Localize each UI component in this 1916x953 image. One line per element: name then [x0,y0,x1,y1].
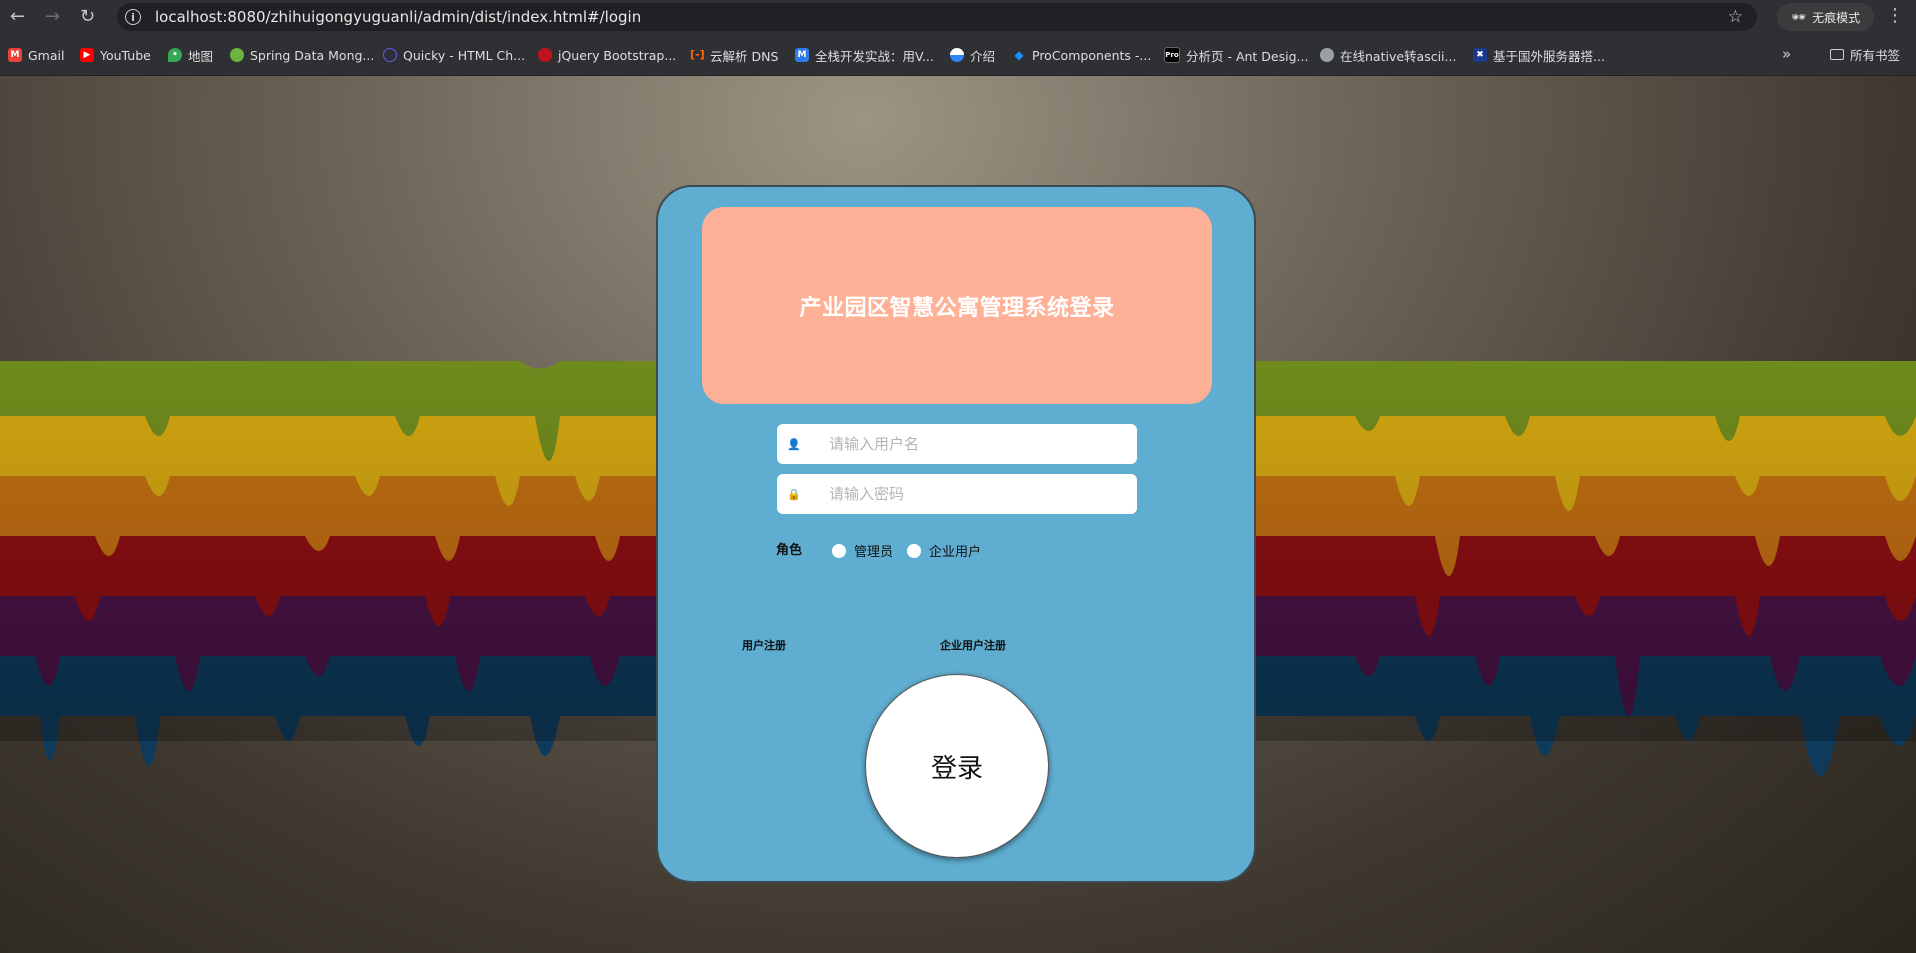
all-bookmarks-label: 所有书签 [1850,48,1901,63]
lock-icon: 🔒 [787,487,801,501]
role-radio-group: 管理员 企业用户 [832,541,995,560]
bookmark-item[interactable]: 介绍 [950,45,995,65]
bookmark-item[interactable]: ▶ YouTube [80,45,151,65]
gmail-icon: M [8,48,22,62]
folder-icon [1830,49,1844,60]
bookmark-label: 全栈开发实战：用V... [815,48,934,64]
incognito-label: 无痕模式 [1812,10,1861,25]
username-input[interactable] [827,434,1121,454]
bookmark-item[interactable]: M 全栈开发实战：用V... [795,45,934,65]
bookmark-item[interactable]: ◆ ProComponents -... [1012,45,1151,65]
role-option-admin-label[interactable]: 管理员 [854,541,893,560]
bookmark-label: 分析页 - Ant Desig... [1186,48,1309,64]
bookmark-item[interactable]: jQuery Bootstrap... [538,45,676,65]
bookmark-label: 云解析 DNS [710,48,779,64]
intro-icon [950,48,964,62]
bookmark-item[interactable]: ✖ 基于国外服务器搭... [1473,45,1605,65]
youtube-icon: ▶ [80,48,94,62]
user-icon: 👤 [787,437,801,451]
bookmark-item[interactable]: 在线native转ascii... [1320,45,1456,65]
role-label: 角色 [776,543,803,558]
site-info-icon[interactable]: i [125,9,141,25]
all-bookmarks-button[interactable]: 所有书签 [1830,45,1900,64]
back-icon[interactable]: ← [0,0,35,33]
bookmark-label: YouTube [100,47,151,63]
jquery-icon [538,48,552,62]
password-input[interactable] [827,484,1121,504]
login-card: 产业园区智慧公寓管理系统登录 👤 🔒 角色 管理员 企业用户 用户注册 企业用户… [656,185,1256,883]
url-text[interactable]: localhost:8080/zhihuigongyuguanli/admin/… [155,8,641,26]
spring-icon [230,48,244,62]
incognito-icon: 🕶 [1790,10,1807,24]
quicky-icon [383,48,397,62]
title-banner: 产业园区智慧公寓管理系统登录 [702,207,1212,404]
maps-icon: • [168,48,182,62]
bookmark-label: 地图 [188,48,214,64]
bookmark-item[interactable]: M Gmail [8,45,64,65]
bookmark-label: ProComponents -... [1032,47,1152,63]
pro-icon: Pro [1164,47,1180,63]
bookmark-item[interactable]: Quicky - HTML Ch... [383,45,525,65]
bookmark-item[interactable]: Pro 分析页 - Ant Desig... [1164,45,1308,65]
bookmark-label: 基于国外服务器搭... [1493,48,1605,64]
browser-menu-icon[interactable]: ⋮ [1886,5,1904,26]
bookmark-item[interactable]: • 地图 [168,45,213,65]
medium-icon: M [795,48,809,62]
browser-toolbar: ← → ↻ i localhost:8080/zhihuigongyuguanl… [0,0,1916,33]
forward-icon[interactable]: → [35,0,70,33]
password-field[interactable]: 🔒 [777,474,1137,514]
bookmark-label: Spring Data Mong... [250,47,375,63]
antd-icon: ◆ [1014,48,1024,62]
role-option-company-label[interactable]: 企业用户 [929,541,981,560]
more-bookmarks-icon[interactable]: » [1782,45,1791,63]
aliyun-icon: [-] [690,48,705,61]
bookmark-item[interactable]: [-] 云解析 DNS [690,45,778,65]
bookmark-star-icon[interactable]: ☆ [1728,7,1743,27]
role-radio-admin[interactable] [832,543,846,558]
reload-icon[interactable]: ↻ [70,0,105,33]
incognito-badge[interactable]: 🕶 无痕模式 [1777,3,1874,31]
company-register-link[interactable]: 企业用户注册 [940,637,1006,653]
login-button[interactable]: 登录 [865,674,1049,858]
login-page: 产业园区智慧公寓管理系统登录 👤 🔒 角色 管理员 企业用户 用户注册 企业用户… [0,76,1916,953]
bookmark-item[interactable]: Spring Data Mong... [230,45,374,65]
username-field[interactable]: 👤 [777,424,1137,464]
role-radio-company[interactable] [907,543,922,558]
bookmark-label: Gmail [28,47,65,63]
user-register-link[interactable]: 用户注册 [742,637,786,653]
address-bar[interactable]: i localhost:8080/zhihuigongyuguanli/admi… [117,3,1757,31]
bookmarks-bar: M Gmail ▶ YouTube • 地图 Spring Data Mong... … [0,33,1916,76]
flag-icon: ✖ [1473,48,1487,62]
bookmark-label: 在线native转ascii... [1340,48,1457,64]
globe-icon [1320,48,1334,62]
bookmark-label: 介绍 [970,48,996,64]
page-title: 产业园区智慧公寓管理系统登录 [799,295,1115,321]
bookmark-label: jQuery Bootstrap... [558,47,677,63]
bookmark-label: Quicky - HTML Ch... [403,47,526,63]
